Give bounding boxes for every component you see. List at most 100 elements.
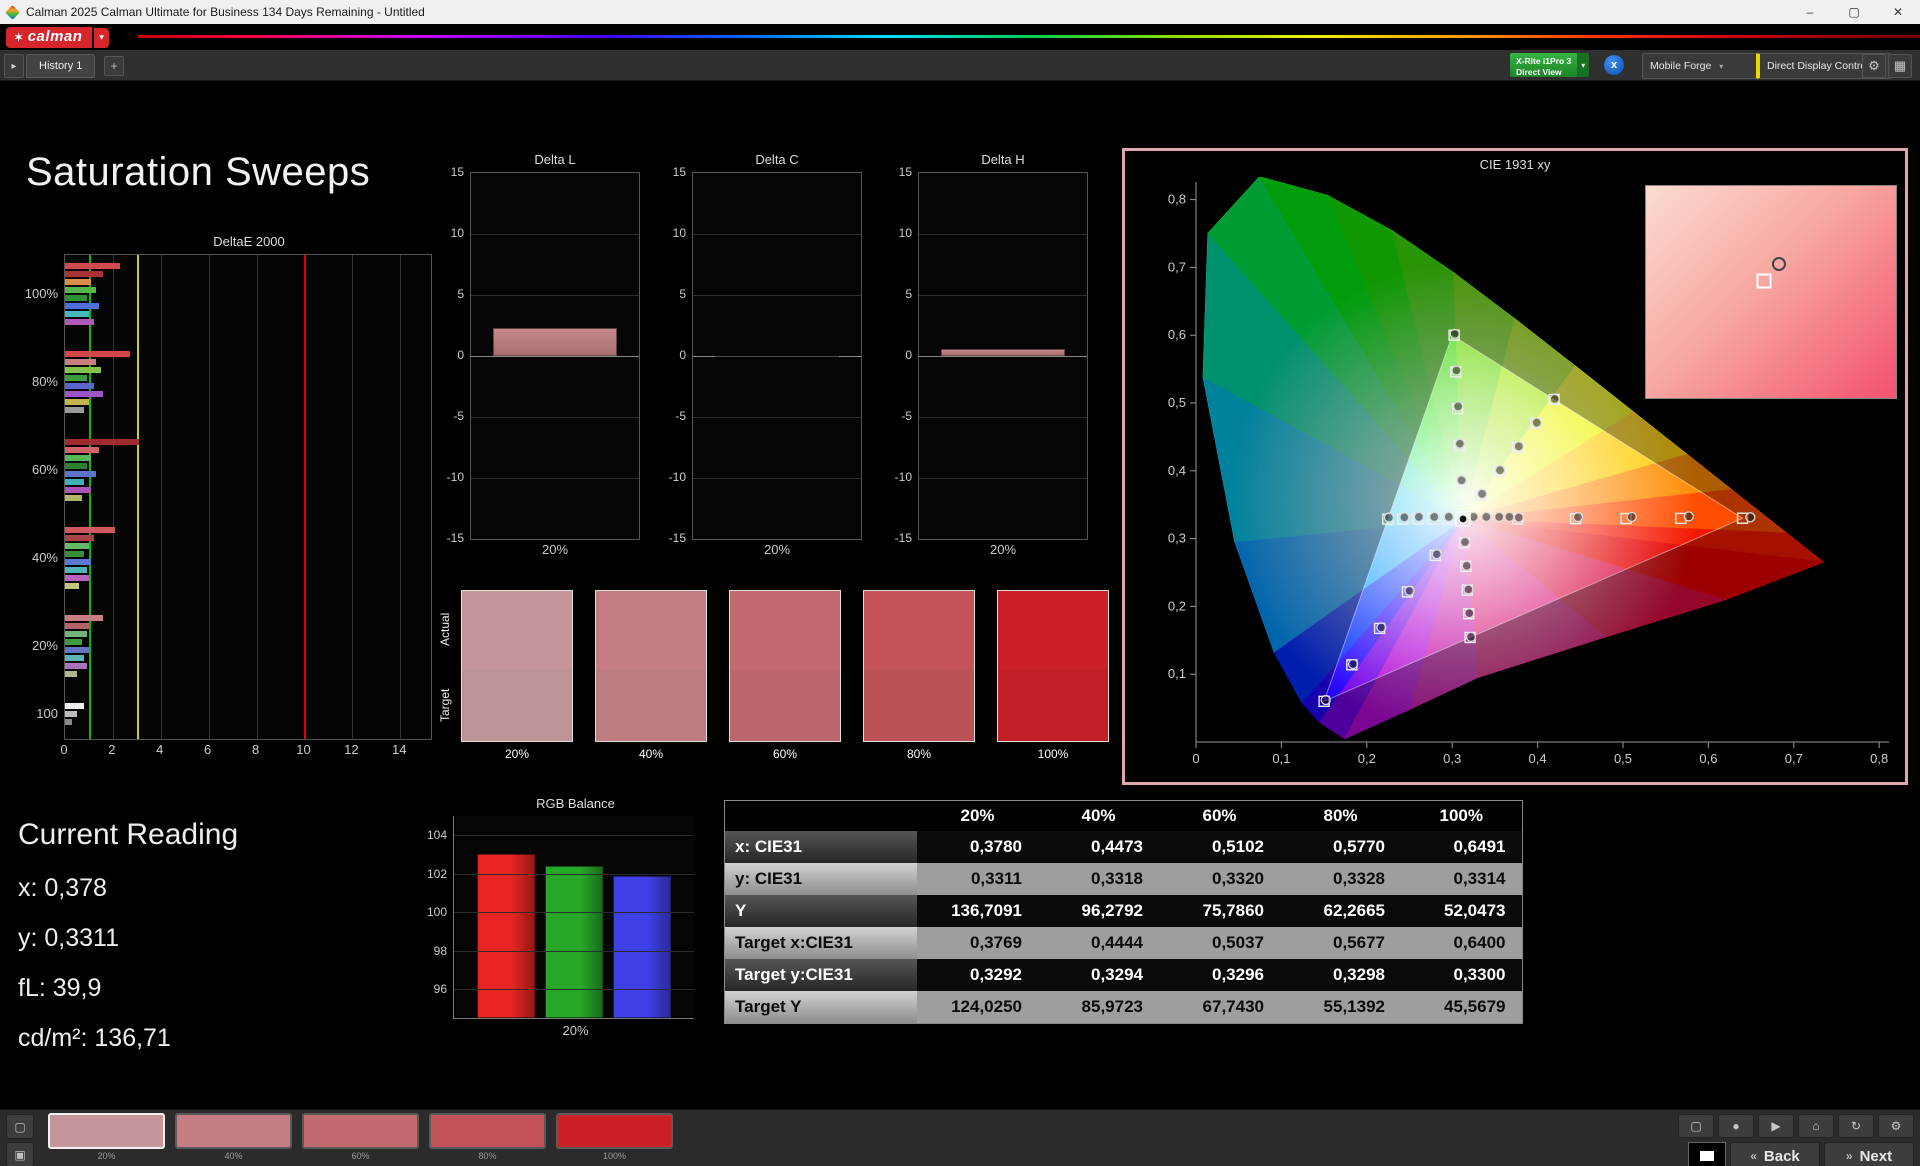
logo-bar: ✶calman ▾ [0, 24, 1920, 50]
next-arrow-icon: » [1846, 1149, 1853, 1163]
swatch [595, 590, 707, 742]
measured-point [1452, 366, 1461, 375]
axis-tick-label: 0 [60, 742, 67, 757]
add-tab-button[interactable]: + [104, 56, 124, 76]
source-select-button[interactable]: Mobile Forge ▾ [1642, 53, 1758, 79]
maximize-button[interactable]: ▢ [1832, 0, 1876, 24]
y-axis: 151050-5-10-15 [662, 172, 692, 538]
swatch-actual [596, 591, 706, 670]
pattern-swatch-label: 40% [175, 1151, 292, 1161]
measured-point [1444, 512, 1453, 521]
display-icon[interactable]: ▢ [1678, 1114, 1714, 1138]
reading-cdm2: cd/m²: 136,71 [18, 1024, 238, 1053]
play-icon[interactable]: ▶ [1758, 1114, 1794, 1138]
settings-gear-icon[interactable]: ⚙ [1862, 54, 1886, 78]
next-button[interactable]: » Next [1824, 1142, 1914, 1166]
pattern-swatch-chip [429, 1113, 546, 1149]
close-button[interactable]: ✕ [1876, 0, 1920, 24]
swatch-target [864, 670, 974, 741]
grid-line [693, 295, 861, 296]
tab-history-1[interactable]: History 1 [26, 54, 95, 78]
measured-point [1532, 418, 1541, 427]
axis-tick-label: 0,4 [1168, 463, 1186, 478]
axis-tick-label: 0,8 [1168, 192, 1186, 207]
calman-logo[interactable]: ✶calman ▾ [6, 27, 109, 48]
cie-detail-inset [1645, 185, 1897, 399]
axis-tick-label: -10 [447, 470, 464, 484]
rgb-bar-red [477, 854, 535, 1018]
home-icon[interactable]: ⌂ [1798, 1114, 1834, 1138]
grid-line [161, 255, 162, 739]
table-cell: 0,5677 [1280, 927, 1401, 959]
pattern-swatch-chip [48, 1113, 165, 1149]
deltae-bar [65, 463, 87, 469]
pattern-swatch[interactable]: 80% [429, 1113, 546, 1161]
table-cell: 0,5037 [1159, 927, 1280, 959]
table-row: y: CIE310,33110,33180,33200,33280,3314 [725, 863, 1523, 895]
deltae-bar [65, 495, 82, 501]
pattern-swatch[interactable]: 20% [48, 1113, 165, 1161]
axis-tick-label: 15 [899, 165, 912, 179]
axis-tick-label: -15 [447, 531, 464, 545]
swatch-label: 80% [863, 747, 975, 761]
layout-grid-icon[interactable]: ▦ [1888, 54, 1912, 78]
meter-select-button[interactable]: X-Rite i1Pro 3 Direct View ▾ [1510, 53, 1589, 77]
axis-tick-label: 0 [1192, 751, 1199, 766]
axis-tick-label: 0 [905, 348, 912, 362]
window-title: Calman 2025 Calman Ultimate for Business… [26, 5, 1788, 19]
app-icon [5, 5, 20, 20]
swatch-actual [462, 591, 572, 670]
pattern-swatch-row: 20% 40% 60%80%100% [48, 1113, 673, 1161]
chart-title: CIE 1931 xy [1125, 157, 1905, 172]
monitor-window-icon[interactable]: ▣ [6, 1142, 34, 1166]
plot-area [918, 172, 1088, 540]
swatch-column: 100% [997, 590, 1109, 761]
plot-area [453, 816, 694, 1019]
axis-tick-label: 0,2 [1168, 598, 1186, 613]
record-icon[interactable]: ● [1718, 1114, 1754, 1138]
swatch-row: 20%40%60%80%100% [461, 590, 1109, 761]
refresh-icon[interactable]: ↻ [1838, 1114, 1874, 1138]
deltae-bar [65, 623, 89, 629]
swatch-column: 20% [461, 590, 573, 761]
measured-point [1746, 513, 1755, 522]
meter-label: X-Rite i1Pro 3 Direct View [1510, 53, 1577, 77]
measured-point [1573, 513, 1582, 522]
axis-tick-label: -15 [669, 531, 686, 545]
back-button[interactable]: « Back [1730, 1142, 1820, 1166]
deltae-bar [65, 711, 77, 717]
deltae-bar [65, 367, 101, 373]
axis-tick-label: 10 [451, 226, 464, 240]
grid-line [454, 874, 694, 875]
deltae-bar [65, 575, 89, 581]
history-expand-icon[interactable]: ▸ [4, 54, 24, 78]
table-cell: 0,3314 [1401, 863, 1522, 895]
transport-controls: ▢ ● ▶ ⌂ ↻ ⚙ « Back » Next [1678, 1114, 1914, 1166]
deltae-bar [65, 551, 84, 557]
pattern-preview-button[interactable] [1688, 1142, 1726, 1166]
group-label: 100% [25, 286, 58, 301]
table-row: x: CIE310,37800,44730,51020,57700,6491 [725, 831, 1523, 863]
table-cell: 0,3298 [1280, 959, 1401, 991]
deltae-bar [65, 455, 91, 461]
minimize-button[interactable]: – [1788, 0, 1832, 24]
monitor-icon[interactable]: ▢ [6, 1114, 34, 1139]
pattern-swatch[interactable]: 60% [302, 1113, 419, 1161]
table-cell: 0,5770 [1280, 831, 1401, 863]
measured-point [1432, 550, 1441, 559]
chart-title: RGB Balance [408, 796, 698, 816]
axis-tick-label: 100 [427, 905, 447, 919]
results-table-grid: 20%40%60%80%100%x: CIE310,37800,44730,51… [724, 800, 1523, 1024]
axis-tick-label: 0,5 [1168, 395, 1186, 410]
measured-point [1772, 257, 1786, 271]
settings-gear-icon[interactable]: ⚙ [1878, 1114, 1914, 1138]
pattern-swatch[interactable]: 100% [556, 1113, 673, 1161]
measured-point [1455, 439, 1464, 448]
pattern-swatch[interactable]: 40% [175, 1113, 292, 1161]
chevron-down-icon[interactable]: ▾ [1577, 53, 1589, 77]
deltae-bar [65, 279, 91, 285]
calman-menu-arrow-icon[interactable]: ▾ [94, 28, 109, 48]
measured-point [1414, 512, 1423, 521]
deltae-bar [65, 375, 87, 381]
swatch-actual [730, 591, 840, 670]
